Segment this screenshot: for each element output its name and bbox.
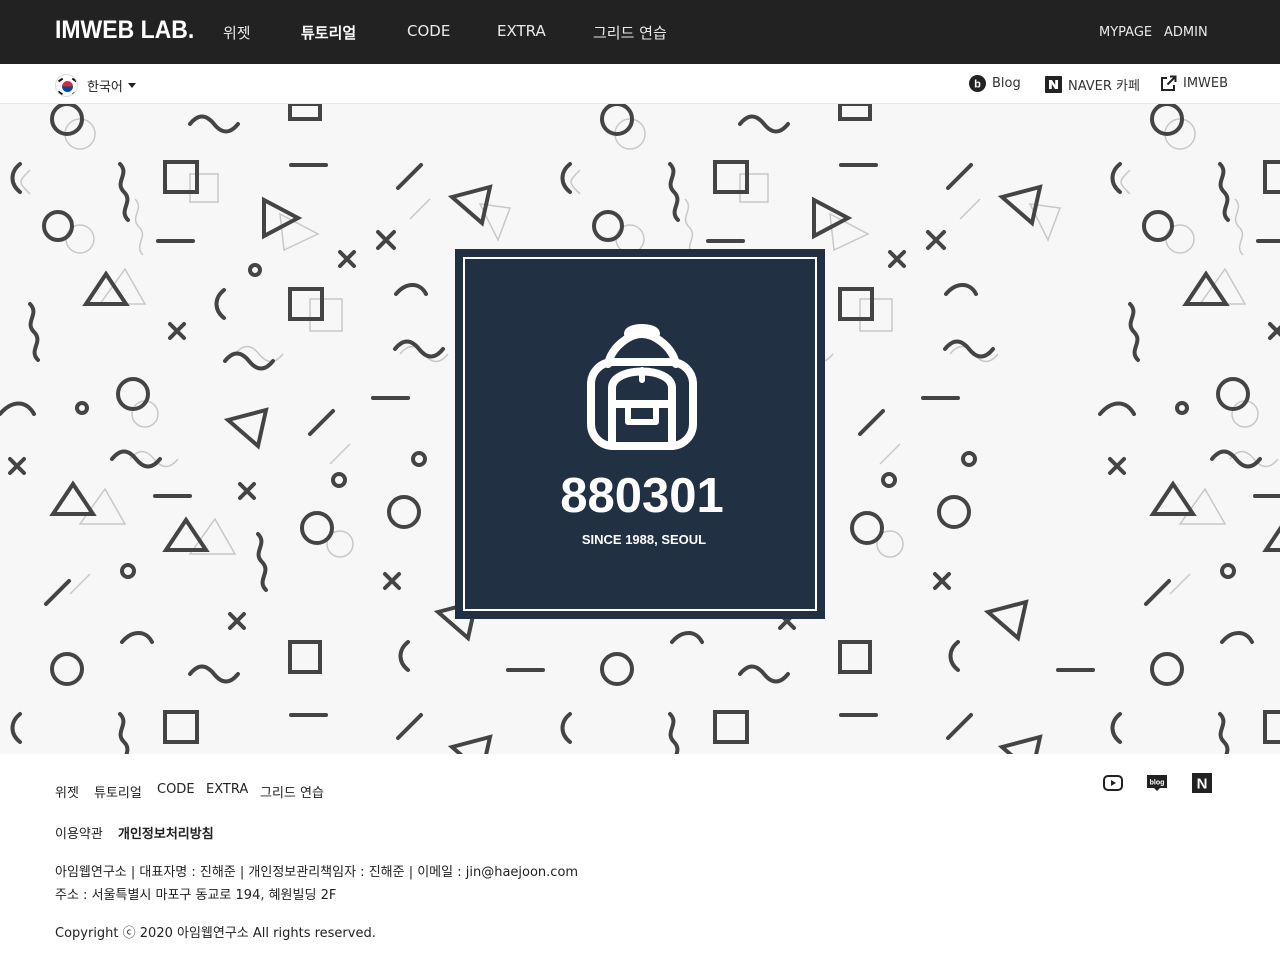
top-navbar: IMWEB LAB. 위젯 튜토리얼 CODE EXTRA 그리드 연습 MYP… (0, 0, 1280, 64)
company-address: 주소 : 서울특별시 마포구 동교로 194, 혜원빌딩 2F (55, 888, 337, 903)
naver-icon[interactable]: N (1191, 772, 1213, 794)
footer-nav-tutorial[interactable]: 튜토리얼 (94, 782, 142, 801)
footer-nav-extra[interactable]: EXTRA (206, 782, 248, 797)
blog-link[interactable]: b Blog (969, 75, 1021, 92)
site-logo[interactable]: IMWEB LAB. (55, 16, 194, 45)
external-link-icon (1160, 75, 1177, 92)
mypage-link[interactable]: MYPAGE (1099, 25, 1152, 40)
naver-cafe-label: NAVER 카페 (1068, 79, 1140, 94)
nav-item-widget[interactable]: 위젯 (223, 22, 251, 43)
naver-cafe-link[interactable]: NAVER 카페 (1045, 75, 1140, 94)
copyright: Copyright ⓒ 2020 아임웹연구소 All rights reser… (55, 926, 376, 941)
nav-item-grid-practice[interactable]: 그리드 연습 (593, 22, 667, 43)
youtube-icon[interactable] (1102, 772, 1124, 794)
admin-link[interactable]: ADMIN (1164, 25, 1208, 40)
blog-link-label: Blog (992, 76, 1021, 91)
privacy-policy-link[interactable]: 개인정보처리방침 (118, 823, 214, 842)
chevron-down-icon (127, 82, 136, 88)
language-label: 한국어 (87, 79, 123, 95)
nav-item-tutorial[interactable]: 튜토리얼 (301, 22, 356, 43)
svg-text:b: b (974, 79, 981, 91)
naver-blog-icon-text: blog (1150, 780, 1165, 787)
imweb-link-label: IMWEB (1183, 76, 1229, 91)
nav-item-extra[interactable]: EXTRA (497, 22, 546, 40)
footer-nav-widget[interactable]: 위젯 (55, 782, 79, 801)
korea-flag-icon (55, 73, 78, 97)
backpack-icon (578, 318, 706, 458)
language-selector[interactable]: 한국어 (55, 73, 136, 97)
terms-link[interactable]: 이용약관 (55, 823, 103, 842)
footer-nav-grid-practice[interactable]: 그리드 연습 (260, 782, 324, 801)
footer-nav-code[interactable]: CODE (157, 782, 195, 797)
badge-subtitle: SINCE 1988, SEOUL (581, 532, 707, 547)
nav-item-code[interactable]: CODE (407, 22, 450, 40)
naver-n-icon (1045, 76, 1062, 93)
blog-b-icon: b (969, 75, 986, 92)
company-info: 아임웹연구소 | 대표자명 : 진해준 | 개인정보관리책임자 : 진해준 | … (55, 865, 579, 880)
naver-blog-icon[interactable]: blog (1146, 772, 1168, 794)
badge-number: 880301 (560, 469, 724, 523)
imweb-link[interactable]: IMWEB (1160, 75, 1228, 92)
naver-icon-text: N (1197, 776, 1208, 793)
